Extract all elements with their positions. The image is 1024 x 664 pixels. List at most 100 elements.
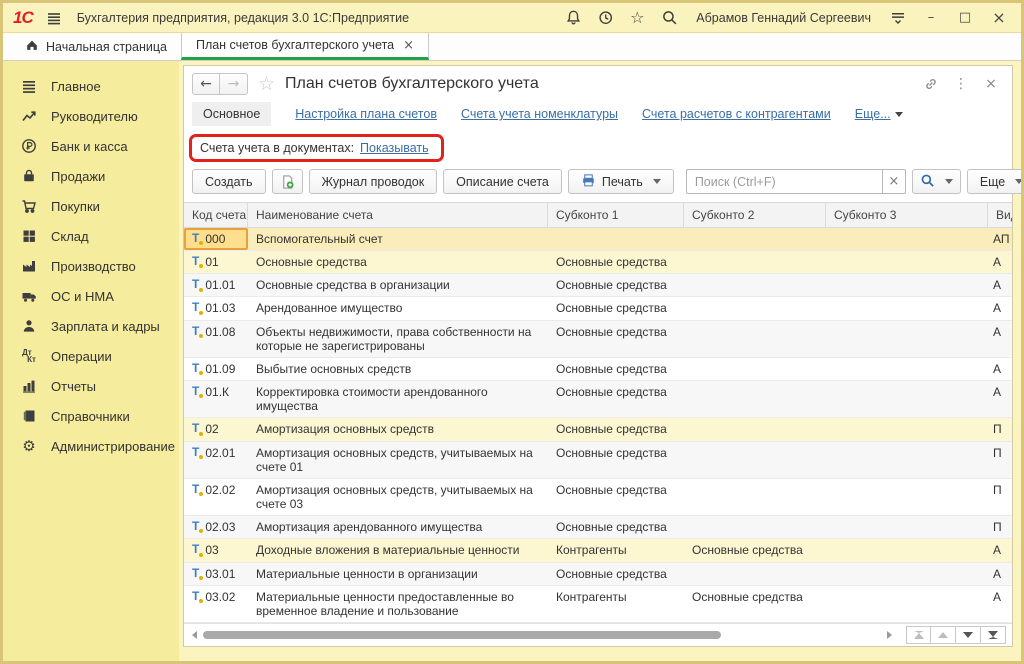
column-header-subconto3[interactable]: Субконто 3 (826, 203, 988, 227)
more-menu-dots-icon[interactable]: ⋮ (950, 74, 972, 94)
table-row[interactable]: Т03Доходные вложения в материальные ценн… (184, 539, 1012, 562)
sidebar-item-sklad[interactable]: Склад (3, 221, 179, 251)
subconto1-cell (548, 228, 684, 250)
get-link-icon[interactable] (920, 74, 942, 94)
vid-cell: А (988, 274, 1012, 296)
create-group-button[interactable] (272, 169, 303, 194)
nav-more-link[interactable]: Еще... (855, 107, 903, 121)
account-code: 01.К (205, 385, 229, 399)
subconto1-cell: Основные средства (548, 381, 684, 417)
clear-search-icon[interactable]: × (882, 169, 906, 194)
column-header-subconto2[interactable]: Субконто 2 (684, 203, 826, 227)
table-row[interactable]: Т01.01Основные средства в организацииОсн… (184, 274, 1012, 297)
journal-button[interactable]: Журнал проводок (309, 169, 438, 194)
column-header-name[interactable]: Наименование счета (248, 203, 548, 227)
main-menu-icon[interactable] (43, 7, 65, 29)
sidebar-item-spravochniki[interactable]: Справочники (3, 401, 179, 431)
minimize-button[interactable]: – (919, 7, 943, 29)
subconto2-cell (684, 228, 826, 250)
account-code: 02 (205, 422, 218, 436)
sidebar-label: Справочники (51, 409, 130, 424)
column-header-vid[interactable]: Вид (988, 203, 1012, 227)
table-row[interactable]: Т03.02Материальные ценности предоставлен… (184, 586, 1012, 623)
hide-panels-icon[interactable] (887, 7, 909, 29)
print-button[interactable]: Печать (568, 169, 674, 194)
close-form-icon[interactable]: × (980, 74, 1002, 94)
table-row[interactable]: Т03.01Материальные ценности в организаци… (184, 563, 1012, 586)
global-search-icon[interactable] (658, 7, 680, 29)
account-name-cell: Основные средства в организации (248, 274, 548, 296)
table-row[interactable]: Т01.ККорректировка стоимости арендованно… (184, 381, 1012, 418)
scroll-left-arrow-icon[interactable] (192, 631, 197, 639)
column-header-code[interactable]: Код счета (184, 203, 248, 227)
favorites-star-icon[interactable]: ☆ (626, 7, 648, 29)
forward-button[interactable]: → (220, 73, 248, 95)
search-input[interactable] (686, 169, 882, 194)
search-settings-button[interactable] (912, 169, 961, 194)
go-to-bottom-button[interactable] (981, 626, 1006, 644)
create-button[interactable]: Создать (192, 169, 266, 194)
tab-close-icon[interactable]: × (403, 38, 414, 53)
sidebar-item-prodazhi[interactable]: Продажи (3, 161, 179, 191)
row-navigation-buttons (906, 626, 1006, 644)
nav-tab-osnovnoe[interactable]: Основное (192, 102, 271, 126)
table-row[interactable]: Т01Основные средстваОсновные средстваА (184, 251, 1012, 274)
sidebar-item-rukovoditelyu[interactable]: Руководителю (3, 101, 179, 131)
current-user[interactable]: Абрамов Геннадий Сергеевич (696, 11, 871, 25)
sidebar-label: Зарплата и кадры (51, 319, 160, 334)
sidebar-item-otchety[interactable]: Отчеты (3, 371, 179, 401)
subconto3-cell (826, 563, 988, 585)
horizontal-scrollbar-track[interactable] (201, 630, 883, 640)
nav-link-nastroika[interactable]: Настройка плана счетов (295, 107, 437, 121)
table-row[interactable]: Т01.09Выбытие основных средствОсновные с… (184, 358, 1012, 381)
sidebar-item-pokupki[interactable]: Покупки (3, 191, 179, 221)
sidebar-item-zarplata[interactable]: Зарплата и кадры (3, 311, 179, 341)
table-row[interactable]: Т000Вспомогательный счетАП (184, 228, 1012, 251)
back-button[interactable]: ← (192, 73, 220, 95)
sidebar-item-glavnoe[interactable]: Главное (3, 71, 179, 101)
go-to-top-button[interactable] (906, 626, 931, 644)
sidebar-item-os-nma[interactable]: ОС и НМА (3, 281, 179, 311)
sidebar-item-proizvodstvo[interactable]: Производство (3, 251, 179, 281)
account-type-icon: Т (192, 520, 199, 533)
maximize-button[interactable]: □ (953, 7, 977, 29)
close-window-button[interactable]: × (987, 7, 1011, 29)
bag-icon (19, 168, 39, 184)
tab-home[interactable]: Начальная страница (11, 33, 181, 60)
callout-label: Счета учета в документах: (200, 141, 354, 155)
account-description-button[interactable]: Описание счета (443, 169, 562, 194)
nav-link-kontragenty[interactable]: Счета расчетов с контрагентами (642, 107, 831, 121)
vid-cell: П (988, 516, 1012, 538)
sidebar-item-administrirovanie[interactable]: ⚙ Администрирование (3, 431, 179, 461)
home-icon (25, 38, 39, 55)
table-row[interactable]: Т02.02Амортизация основных средств, учит… (184, 479, 1012, 516)
search-icon (920, 173, 935, 191)
subconto2-cell (684, 442, 826, 478)
subconto1-cell: Основные средства (548, 516, 684, 538)
account-code-cell: Т02 (184, 418, 248, 440)
subconto1-cell: Основные средства (548, 563, 684, 585)
go-to-bottom-icon (988, 631, 998, 639)
scroll-right-arrow-icon[interactable] (887, 631, 892, 639)
horizontal-scrollbar-thumb[interactable] (203, 631, 721, 639)
sidebar-item-bank-kassa[interactable]: Банк и касса (3, 131, 179, 161)
tab-chart-of-accounts[interactable]: План счетов бухгалтерского учета × (181, 33, 429, 60)
table-row[interactable]: Т02Амортизация основных средствОсновные … (184, 418, 1012, 441)
vid-cell: А (988, 321, 1012, 357)
account-type-icon: Т (192, 362, 199, 375)
table-row[interactable]: Т02.01Амортизация основных средств, учит… (184, 442, 1012, 479)
table-row[interactable]: Т02.03Амортизация арендованного имуществ… (184, 516, 1012, 539)
page-up-button[interactable] (931, 626, 956, 644)
nav-link-nomenklatura[interactable]: Счета учета номенклатуры (461, 107, 618, 121)
add-to-favorites-star-icon[interactable]: ☆ (258, 73, 275, 95)
notifications-bell-icon[interactable] (562, 7, 584, 29)
history-icon[interactable] (594, 7, 616, 29)
table-row[interactable]: Т01.08Объекты недвижимости, права собств… (184, 321, 1012, 358)
sidebar-item-operacii[interactable]: ДтКт Операции (3, 341, 179, 371)
column-header-subconto1[interactable]: Субконто 1 (548, 203, 684, 227)
more-button[interactable]: Еще (967, 169, 1024, 194)
show-link[interactable]: Показывать (360, 141, 429, 155)
table-row[interactable]: Т01.03Арендованное имуществоОсновные сре… (184, 297, 1012, 320)
subconto1-cell: Основные средства (548, 251, 684, 273)
page-down-button[interactable] (956, 626, 981, 644)
